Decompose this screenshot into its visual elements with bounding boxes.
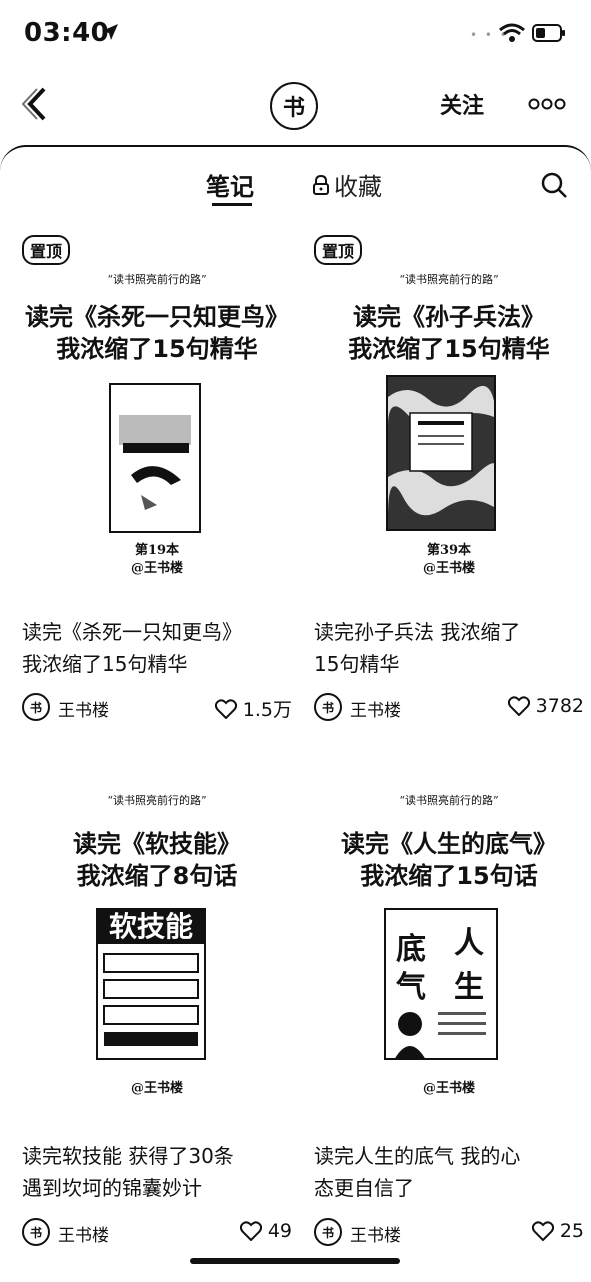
tab-favorites-label: 收藏 bbox=[334, 173, 382, 201]
like-count: 49 bbox=[267, 1220, 292, 1242]
heart-icon bbox=[214, 698, 237, 719]
cover-slogan: “读书照亮前行的路” bbox=[399, 273, 499, 286]
book-title-char: 气 bbox=[396, 970, 426, 1005]
author-avatar[interactable]: 书 bbox=[22, 1218, 50, 1246]
cover-slogan: “读书照亮前行的路” bbox=[399, 794, 499, 807]
status-bar: 03:40 • • • bbox=[0, 0, 591, 70]
book-cover-image: 软技能 bbox=[96, 908, 206, 1060]
follow-button[interactable]: 关注 bbox=[440, 88, 484, 120]
cover-title: 读完《人生的底气》 我浓缩了15句话 bbox=[341, 830, 557, 890]
author-avatar[interactable]: 书 bbox=[314, 693, 342, 721]
like-count: 3782 bbox=[535, 695, 584, 717]
cover-title: 读完《孙子兵法》 我浓缩了15句精华 bbox=[348, 303, 550, 363]
heart-icon bbox=[507, 696, 530, 716]
cover-slogan: “读书照亮前行的路” bbox=[107, 794, 207, 807]
lock-icon bbox=[313, 174, 329, 195]
tab-favorites[interactable]: 收藏 bbox=[312, 167, 382, 202]
status-time: 03:40 bbox=[24, 18, 110, 48]
note-title[interactable]: 读完人生的底气 我的心 态更自信了 bbox=[314, 1140, 584, 1204]
author-avatar[interactable]: 书 bbox=[314, 1218, 342, 1246]
book-cover-image: 底 人 气 生 bbox=[384, 908, 498, 1060]
search-icon[interactable] bbox=[540, 171, 568, 199]
book-caption: @王书楼 bbox=[422, 1081, 475, 1096]
heart-icon bbox=[531, 1221, 554, 1241]
location-arrow-icon bbox=[102, 24, 118, 40]
pinned-badge: 置顶 bbox=[22, 235, 71, 265]
like-button[interactable]: 1.5万 bbox=[214, 695, 292, 722]
note-meta: 书 王书楼 49 bbox=[22, 1216, 292, 1248]
note-meta: 书 王书楼 25 bbox=[314, 1216, 584, 1248]
like-count: 25 bbox=[559, 1220, 584, 1242]
author-avatar[interactable]: 书 bbox=[22, 693, 50, 721]
book-illustration bbox=[395, 1012, 486, 1058]
cover-title: 读完《杀死一只知更鸟》 我浓缩了15句精华 bbox=[25, 303, 289, 363]
note-card[interactable]: 置顶 “读书照亮前行的路” 读完《孙子兵法》 我浓缩了15句精华 第39本 @王… bbox=[314, 235, 584, 725]
note-title[interactable]: 读完《杀死一只知更鸟》 我浓缩了15句精华 bbox=[22, 616, 292, 680]
book-illustration bbox=[119, 415, 191, 510]
book-illustration bbox=[103, 953, 199, 1046]
book-caption: 第19本 @王书楼 bbox=[130, 543, 183, 576]
cover-slogan: “读书照亮前行的路” bbox=[107, 273, 207, 286]
author-name[interactable]: 王书楼 bbox=[58, 696, 109, 721]
book-title-text: 软技能 bbox=[98, 910, 204, 944]
note-card[interactable]: “读书照亮前行的路” 读完《软技能》 我浓缩了8句话 软技能 @王书楼 读完软技… bbox=[22, 790, 292, 1250]
book-title-char: 生 bbox=[454, 970, 484, 1005]
back-icon[interactable] bbox=[22, 86, 52, 122]
note-card[interactable]: 置顶 “读书照亮前行的路” 读完《杀死一只知更鸟》 我浓缩了15句精华 第19本… bbox=[22, 235, 292, 725]
like-button[interactable]: 49 bbox=[239, 1220, 292, 1242]
author-name[interactable]: 王书楼 bbox=[58, 1221, 109, 1246]
more-options-icon[interactable] bbox=[528, 98, 566, 110]
book-cover-image bbox=[386, 375, 496, 531]
heart-icon bbox=[239, 1221, 262, 1241]
profile-header: 书 关注 bbox=[0, 70, 591, 140]
battery-icon bbox=[532, 24, 565, 42]
book-title-char: 人 bbox=[454, 926, 484, 961]
profile-avatar[interactable]: 书 bbox=[270, 82, 318, 130]
author-name[interactable]: 王书楼 bbox=[350, 696, 401, 721]
like-button[interactable]: 3782 bbox=[507, 695, 584, 717]
tab-bar: 笔记 收藏 bbox=[0, 147, 591, 217]
home-indicator[interactable] bbox=[190, 1258, 400, 1264]
tab-active-indicator bbox=[212, 203, 252, 206]
pinned-badge: 置顶 bbox=[314, 235, 363, 265]
wifi-icon bbox=[499, 23, 525, 42]
book-cover-image bbox=[109, 383, 201, 533]
note-meta: 书 王书楼 1.5万 bbox=[22, 691, 292, 723]
note-card[interactable]: “读书照亮前行的路” 读完《人生的底气》 我浓缩了15句话 底 人 气 生 @王… bbox=[314, 790, 584, 1250]
note-meta: 书 王书楼 3782 bbox=[314, 691, 584, 723]
book-illustration bbox=[388, 377, 494, 529]
like-count: 1.5万 bbox=[242, 699, 292, 721]
cover-title: 读完《软技能》 我浓缩了8句话 bbox=[73, 830, 241, 890]
book-caption: @王书楼 bbox=[130, 1081, 183, 1096]
note-title[interactable]: 读完软技能 获得了30条 遇到坎坷的锦囊妙计 bbox=[22, 1140, 292, 1204]
book-caption: 第39本 @王书楼 bbox=[422, 543, 475, 576]
tab-notes[interactable]: 笔记 bbox=[206, 167, 254, 202]
like-button[interactable]: 25 bbox=[531, 1220, 584, 1242]
author-name[interactable]: 王书楼 bbox=[350, 1221, 401, 1246]
note-title[interactable]: 读完孙子兵法 我浓缩了 15句精华 bbox=[314, 616, 584, 680]
